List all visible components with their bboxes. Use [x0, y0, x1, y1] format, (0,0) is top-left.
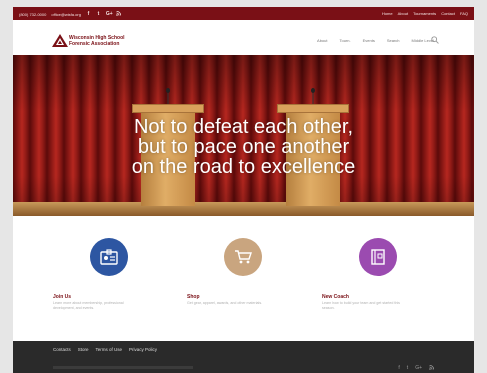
- main-nav: About Tourn. Events Search Middle Level: [317, 38, 434, 43]
- hero-quote-line-1: Not to defeat each other,: [133, 116, 354, 138]
- top-link-about[interactable]: About: [398, 11, 408, 16]
- footer-link-contacts[interactable]: Contacts: [53, 347, 71, 352]
- rss-icon[interactable]: [116, 10, 122, 18]
- feature-description: Learn more about membership, professiona…: [53, 301, 124, 310]
- microphone-icon: [311, 88, 315, 104]
- feature-description: Get gear, apparel, awards, and other mat…: [187, 301, 263, 305]
- footer-link-terms[interactable]: Terms of Use: [96, 347, 123, 352]
- google-plus-icon[interactable]: G+: [106, 12, 113, 17]
- nav-item-about[interactable]: About: [317, 38, 327, 43]
- site-header: Wisconsin High School Forensic Associati…: [13, 20, 474, 56]
- twitter-icon[interactable]: t: [407, 365, 408, 372]
- hero-banner: Not to defeat each other, but to pace on…: [13, 55, 474, 216]
- hero-quote-line-2: but to pace one another: [137, 136, 350, 158]
- phone-link[interactable]: (800) 732-0000: [19, 12, 46, 17]
- feature-section: Join Us Learn more about membership, pro…: [13, 216, 474, 341]
- google-plus-icon[interactable]: G+: [415, 365, 422, 372]
- browser-frame: (800) 732-0000 office@wisfa.org f t G+ H…: [13, 7, 474, 373]
- feature-title[interactable]: New Coach: [322, 294, 349, 300]
- top-link-contact[interactable]: Contact: [441, 11, 455, 16]
- feature-circle[interactable]: [224, 238, 262, 276]
- microphone-icon: [166, 88, 170, 104]
- nav-item-events[interactable]: Events: [363, 38, 375, 43]
- top-link-home[interactable]: Home: [382, 11, 393, 16]
- nav-item-search[interactable]: Search: [387, 38, 400, 43]
- logo-icon[interactable]: [52, 34, 68, 47]
- book-icon: [371, 249, 385, 265]
- feature-title[interactable]: Shop: [187, 294, 200, 300]
- footer-link-privacy[interactable]: Privacy Policy: [129, 347, 157, 352]
- feature-circle[interactable]: [359, 238, 397, 276]
- feature-title[interactable]: Join Us: [53, 294, 71, 300]
- top-bar: (800) 732-0000 office@wisfa.org f t G+ H…: [13, 7, 474, 20]
- footer-copyright-bar: [53, 366, 193, 369]
- hero-quote-line-3: on the road to excellence: [131, 156, 356, 178]
- footer-social: f t G+: [398, 364, 435, 372]
- site-footer: Contacts Store Terms of Use Privacy Poli…: [13, 341, 474, 373]
- top-bar-links: Home About Tournaments Contact FAQ: [382, 11, 468, 16]
- footer-link-store[interactable]: Store: [78, 347, 89, 352]
- nav-item-tournaments[interactable]: Tourn.: [339, 38, 350, 43]
- rss-icon[interactable]: [429, 364, 435, 372]
- cart-icon: [235, 250, 252, 264]
- hero-quote: Not to defeat each other, but to pace on…: [13, 117, 474, 177]
- site-logo-text[interactable]: Wisconsin High School Forensic Associati…: [69, 35, 125, 47]
- id-card-icon: [100, 249, 118, 265]
- facebook-icon[interactable]: f: [86, 12, 91, 17]
- stage-floor: [13, 202, 474, 216]
- feature-description: Learn how to build your team and get sta…: [322, 301, 400, 310]
- feature-circle[interactable]: [90, 238, 128, 276]
- podium-right-top: [277, 104, 349, 113]
- top-link-faq[interactable]: FAQ: [460, 11, 468, 16]
- podium-left-top: [132, 104, 204, 113]
- facebook-icon[interactable]: f: [398, 365, 399, 372]
- email-link[interactable]: office@wisfa.org: [51, 12, 81, 17]
- logo-line-2: Forensic Association: [69, 41, 120, 47]
- top-link-tournaments[interactable]: Tournaments: [413, 11, 436, 16]
- search-icon[interactable]: [431, 36, 439, 44]
- footer-links: Contacts Store Terms of Use Privacy Poli…: [53, 347, 157, 352]
- twitter-icon[interactable]: t: [96, 12, 101, 17]
- top-bar-contact: (800) 732-0000 office@wisfa.org f t G+: [19, 10, 122, 18]
